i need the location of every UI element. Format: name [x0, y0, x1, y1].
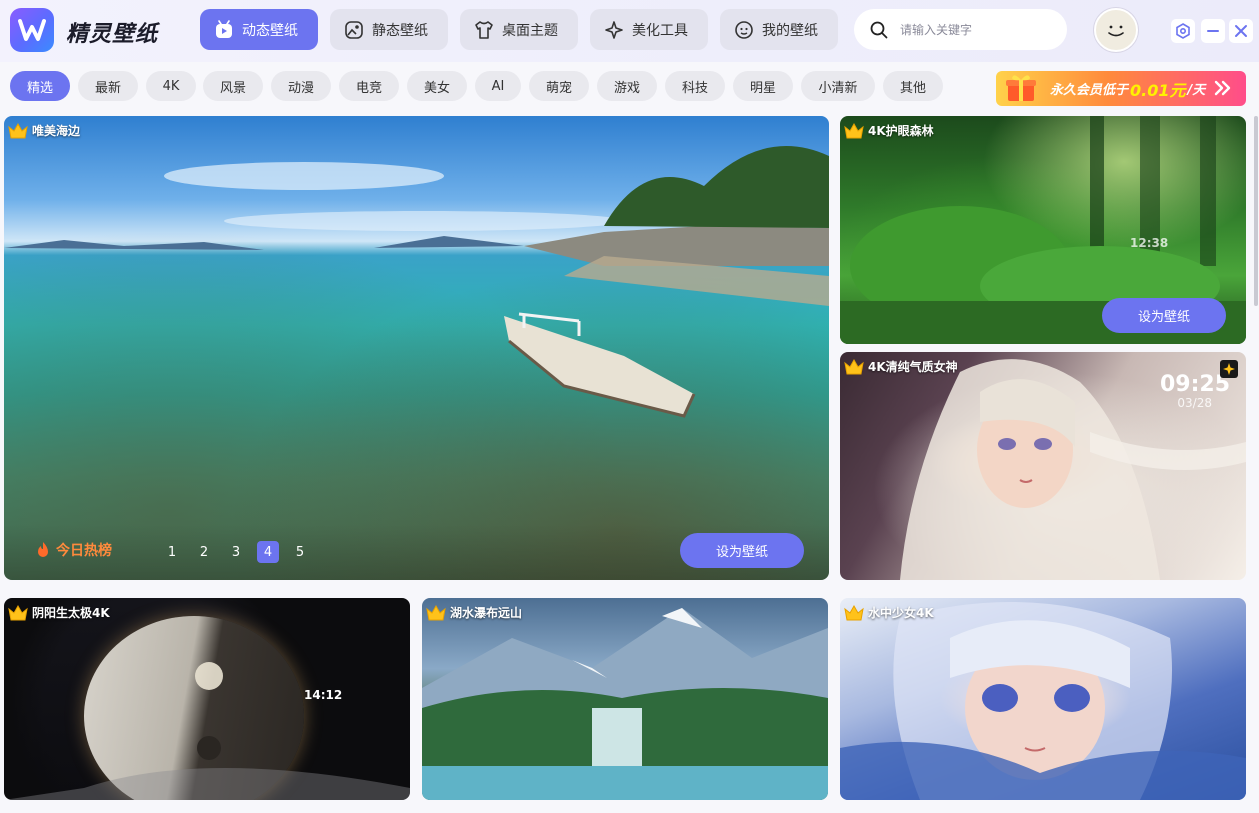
close-button[interactable]: [1229, 19, 1253, 43]
card-title-text: 唯美海边: [32, 124, 81, 138]
category-tech[interactable]: 科技: [665, 71, 725, 101]
featured-wallpaper-card[interactable]: 唯美海边: [4, 116, 829, 580]
minimize-icon: [1207, 30, 1219, 32]
tab-dynamic-wallpaper[interactable]: 动态壁纸: [200, 9, 318, 50]
tab-label: 静态壁纸: [372, 22, 428, 39]
app-logo: [10, 8, 54, 52]
set-wallpaper-button[interactable]: 设为壁纸: [1102, 298, 1226, 333]
shirt-icon: [475, 20, 493, 39]
category-games[interactable]: 游戏: [597, 71, 657, 101]
page-button-5[interactable]: 5: [289, 541, 311, 563]
page-button-2[interactable]: 2: [193, 541, 215, 563]
wallpaper-card-yinyang[interactable]: 阴阳生太极4K 14:12: [4, 598, 410, 800]
sparkle-badge-icon: [1223, 363, 1235, 375]
card-title: 4K护眼森林: [844, 122, 934, 139]
picture-icon: [345, 20, 363, 39]
card-title: 唯美海边: [8, 122, 80, 139]
smile-icon: [735, 20, 753, 39]
user-avatar[interactable]: [1094, 8, 1138, 52]
app-name: 精灵壁纸: [66, 22, 159, 47]
settings-button[interactable]: [1171, 19, 1195, 43]
tab-my-wallpaper[interactable]: 我的壁纸: [720, 9, 838, 50]
double-chevron-right-icon: [1214, 80, 1231, 96]
tab-beautify-tools[interactable]: 美化工具: [590, 9, 708, 50]
category-beauty[interactable]: 美女: [407, 71, 467, 101]
card-title-text: 湖水瀑布远山: [450, 606, 523, 620]
page-button-1[interactable]: 1: [161, 541, 183, 563]
crown-icon: [426, 604, 446, 620]
animated-badge: [1220, 360, 1238, 378]
card-title: 水中少女4K: [844, 604, 934, 621]
minimize-button[interactable]: [1201, 19, 1225, 43]
tab-label: 我的壁纸: [762, 22, 818, 39]
wallpaper-clock: 09:25: [1159, 372, 1230, 397]
search-input[interactable]: [900, 22, 1050, 37]
hot-list-label[interactable]: 今日热榜: [34, 540, 112, 560]
scrollbar[interactable]: [1254, 116, 1258, 306]
promo-suffix: /天: [1187, 83, 1206, 98]
card-title-text: 阴阳生太极4K: [32, 606, 110, 620]
category-pets[interactable]: 萌宠: [529, 71, 589, 101]
wallpaper-card-goddess[interactable]: 4K清纯气质女神 09:25 03/28: [840, 352, 1246, 580]
category-stars[interactable]: 明星: [733, 71, 793, 101]
category-featured[interactable]: 精选: [10, 71, 70, 101]
crown-icon: [844, 358, 864, 374]
card-title-text: 4K护眼森林: [868, 124, 934, 138]
category-4k[interactable]: 4K: [146, 71, 196, 101]
card-title-text: 4K清纯气质女神: [868, 360, 958, 374]
card-title: 4K清纯气质女神: [844, 358, 958, 375]
hot-list-text: 今日热榜: [56, 543, 112, 559]
wallpaper-date: 03/28: [1177, 396, 1212, 410]
wallpaper-card-waterfall[interactable]: 湖水瀑布远山: [422, 598, 828, 800]
card-title-text: 水中少女4K: [868, 606, 934, 620]
flame-icon: [38, 542, 48, 557]
yinyang-scene: [4, 662, 410, 800]
seaside-scene: [4, 146, 829, 418]
tab-desktop-theme[interactable]: 桌面主题: [460, 9, 578, 50]
sparkle-icon: [605, 20, 623, 39]
close-icon: [1235, 25, 1247, 37]
gift-icon: [1006, 75, 1036, 101]
set-wallpaper-button[interactable]: 设为壁纸: [680, 533, 804, 568]
tab-label: 桌面主题: [502, 22, 558, 39]
wallpaper-card-water-girl[interactable]: 水中少女4K: [840, 598, 1246, 800]
category-anime[interactable]: 动漫: [271, 71, 331, 101]
smiley-avatar-icon: [1108, 25, 1124, 37]
logo-w-icon: [18, 19, 46, 41]
vip-promo-banner[interactable]: 永久会员低于 0.01元 /天: [996, 71, 1246, 106]
category-esports[interactable]: 电竞: [339, 71, 399, 101]
crown-icon: [8, 122, 28, 138]
category-others[interactable]: 其他: [883, 71, 943, 101]
crown-icon: [844, 604, 864, 620]
category-fresh[interactable]: 小清新: [801, 71, 875, 101]
crown-icon: [844, 122, 864, 138]
category-latest[interactable]: 最新: [78, 71, 138, 101]
title-bar: 精灵壁纸 动态壁纸 静态壁纸 桌面主题 美化工具 我的壁纸 请输入关键字: [0, 0, 1259, 62]
tab-label: 动态壁纸: [242, 22, 298, 39]
water-girl-scene: [840, 602, 1246, 800]
category-ai[interactable]: AI: [475, 71, 521, 101]
tab-label: 美化工具: [632, 22, 688, 39]
category-scenery[interactable]: 风景: [203, 71, 263, 101]
promo-price: 0.01元: [1130, 80, 1186, 100]
page-button-3[interactable]: 3: [225, 541, 247, 563]
card-title: 湖水瀑布远山: [426, 604, 522, 621]
crown-icon: [8, 604, 28, 620]
wallpaper-clock: 12:38: [1130, 236, 1169, 250]
search-icon[interactable]: [870, 21, 888, 39]
gear-icon: [1176, 23, 1190, 39]
tab-static-wallpaper[interactable]: 静态壁纸: [330, 9, 448, 50]
play-icon: [216, 19, 232, 38]
card-title: 阴阳生太极4K: [8, 604, 110, 621]
search-box[interactable]: [854, 9, 1067, 50]
wallpaper-clock: 14:12: [304, 688, 343, 702]
page-button-4[interactable]: 4: [257, 541, 279, 563]
promo-prefix: 永久会员低于: [1050, 83, 1129, 98]
waterfall-scene: [422, 608, 828, 800]
